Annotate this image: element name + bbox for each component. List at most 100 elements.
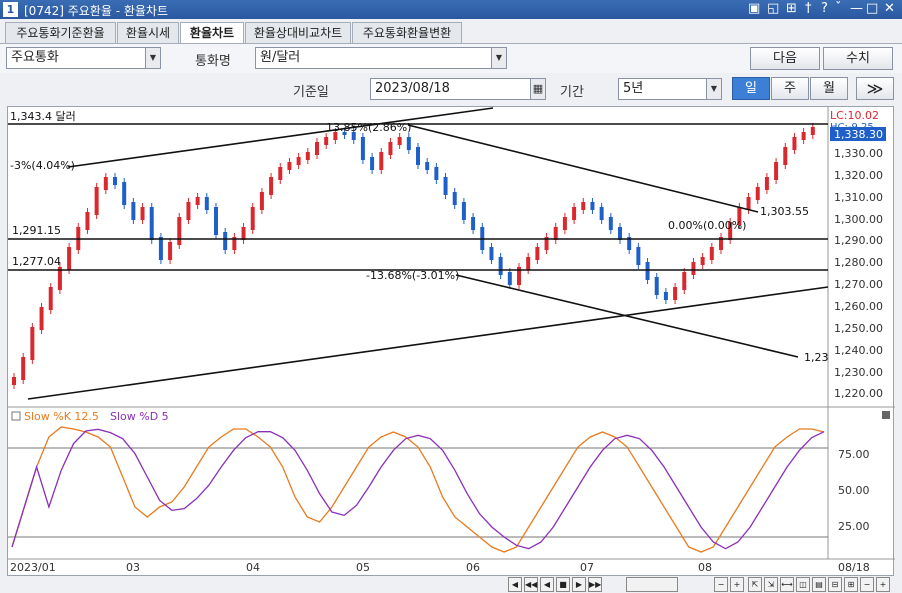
- candle-body: [48, 287, 53, 310]
- candle-body: [67, 247, 72, 270]
- candle-body: [452, 192, 457, 205]
- candle-body: [599, 207, 604, 220]
- dropdown-icon[interactable]: ˇ: [835, 1, 842, 16]
- candle-body: [269, 177, 274, 195]
- candle-body: [103, 177, 108, 190]
- candle-body: [397, 137, 402, 145]
- candle-body: [590, 202, 595, 210]
- currency-group-value: 주요통화: [11, 50, 59, 65]
- minimize-icon[interactable]: —: [850, 1, 863, 16]
- first-icon[interactable]: ◀◀: [524, 577, 538, 592]
- tool-9-icon[interactable]: +: [876, 577, 890, 592]
- top-left-label: 1,343.4 달러: [10, 110, 76, 123]
- zoom-out-icon[interactable]: −: [714, 577, 728, 592]
- x-label: 05: [356, 561, 370, 574]
- candle-body: [700, 257, 705, 265]
- y-tick: 1,320.00: [834, 169, 883, 182]
- tool-5-icon[interactable]: ▤: [812, 577, 826, 592]
- hline-label-1277: 1,277.04: [12, 255, 61, 268]
- tab-converter[interactable]: 주요통화환율변환: [352, 22, 462, 43]
- y-tick: 1,240.00: [834, 344, 883, 357]
- tool-2-icon[interactable]: ⇲: [764, 577, 778, 592]
- candle-body: [663, 292, 668, 300]
- unit-month-button[interactable]: 월: [810, 77, 848, 100]
- candle-body: [774, 162, 779, 180]
- maximize-icon[interactable]: □: [866, 1, 878, 16]
- period-select[interactable]: 5년 ▼: [618, 78, 722, 100]
- next-button[interactable]: 다음: [750, 47, 820, 70]
- candle-body: [562, 217, 567, 230]
- stop-icon[interactable]: ■: [556, 577, 570, 592]
- window-ctl-2-icon[interactable]: ◱: [767, 1, 779, 16]
- tool-3-icon[interactable]: ⟷: [780, 577, 794, 592]
- window-ctl-3-icon[interactable]: ⊞: [786, 1, 797, 16]
- candle-body: [810, 127, 815, 135]
- window-title: [0742] 주요환율 - 환율차트: [24, 4, 168, 18]
- prev-icon[interactable]: ◀: [540, 577, 554, 592]
- pin-icon[interactable]: †: [805, 1, 812, 16]
- next-icon[interactable]: ▶: [572, 577, 586, 592]
- tool-6-icon[interactable]: ⊟: [828, 577, 842, 592]
- period-label: 기간: [560, 85, 584, 100]
- base-date-input[interactable]: 2023/08/18 ▦: [370, 78, 546, 100]
- calendar-icon[interactable]: ▦: [530, 79, 545, 99]
- scroll-left-icon[interactable]: ◀: [508, 577, 522, 592]
- x-label: 03: [126, 561, 140, 574]
- window-ctl-1-icon[interactable]: ▣: [748, 1, 760, 16]
- candle-body: [30, 327, 35, 360]
- candle-body: [39, 307, 44, 330]
- last-icon[interactable]: ▶▶: [588, 577, 602, 592]
- tool-1-icon[interactable]: ⇱: [748, 577, 762, 592]
- candle-body: [21, 357, 26, 380]
- candle-body: [250, 207, 255, 230]
- price-chart[interactable]: 1,343.4 달러 13.85%(2.86%) -3%(4.04%) 1,30…: [8, 107, 895, 577]
- scrollbar-thumb[interactable]: [626, 577, 678, 592]
- chart-panel[interactable]: 1,343.4 달러 13.85%(2.86%) -3%(4.04%) 1,30…: [7, 106, 895, 577]
- pane-close-icon[interactable]: [882, 411, 890, 419]
- tab-base-rates[interactable]: 주요통화기준환율: [5, 22, 116, 43]
- chevron-down-icon: ▼: [491, 48, 506, 68]
- values-button[interactable]: 수치: [823, 47, 893, 70]
- candle-body: [287, 162, 292, 170]
- candle-body: [498, 257, 503, 275]
- tab-relative-chart[interactable]: 환율상대비교차트: [245, 22, 351, 43]
- trend-label-4: 0.00%(0.00%): [668, 219, 746, 232]
- candle-body: [608, 217, 613, 230]
- x-label: 2023/01: [10, 561, 56, 574]
- current-price: 1,338.30: [834, 128, 883, 141]
- x-label: 08: [698, 561, 712, 574]
- x-label: 04: [246, 561, 260, 574]
- tab-quotes[interactable]: 환율시세: [117, 22, 179, 43]
- stoch-tick-50: 50.00: [838, 484, 870, 497]
- unit-week-button[interactable]: 주: [771, 77, 809, 100]
- price-axis-ticks: 1,330.00 1,320.00 1,310.00 1,300.00 1,29…: [834, 147, 883, 400]
- expand-button[interactable]: ≫: [856, 77, 894, 100]
- x-label: 07: [580, 561, 594, 574]
- candle-body: [673, 287, 678, 300]
- currency-group-select[interactable]: 주요통화 ▼: [6, 47, 161, 69]
- candle-body: [168, 242, 173, 260]
- trend-label-2: -3%(4.04%): [10, 159, 75, 172]
- unit-day-button[interactable]: 일: [732, 77, 770, 100]
- tool-7-icon[interactable]: ⊞: [844, 577, 858, 592]
- candle-body: [158, 237, 163, 260]
- candle-body: [122, 182, 127, 205]
- candle-body: [94, 187, 99, 215]
- toolbar-row-2: 기준일 2023/08/18 ▦ 기간 5년 ▼ 일 주 월 ≫: [0, 73, 902, 105]
- toolbar-row-1: 주요통화 ▼ 통화명 원/달러 ▼ 다음 수치: [0, 43, 902, 73]
- tool-4-icon[interactable]: ◫: [796, 577, 810, 592]
- zoom-in-icon[interactable]: +: [730, 577, 744, 592]
- tool-8-icon[interactable]: −: [860, 577, 874, 592]
- candle-body: [526, 257, 531, 270]
- candle-body: [553, 227, 558, 240]
- candle-body: [186, 202, 191, 220]
- stoch-k-line: [11, 426, 825, 553]
- trend-label-1: 13.85%(2.86%): [326, 121, 411, 134]
- candle-body: [406, 137, 411, 150]
- indicator-toggle-icon[interactable]: [11, 411, 21, 421]
- chevron-down-icon: ▼: [145, 48, 160, 68]
- tab-chart[interactable]: 환율차트: [180, 22, 244, 43]
- help-icon[interactable]: ?: [821, 1, 828, 16]
- currency-name-select[interactable]: 원/달러 ▼: [255, 47, 507, 69]
- close-icon[interactable]: ✕: [884, 1, 895, 16]
